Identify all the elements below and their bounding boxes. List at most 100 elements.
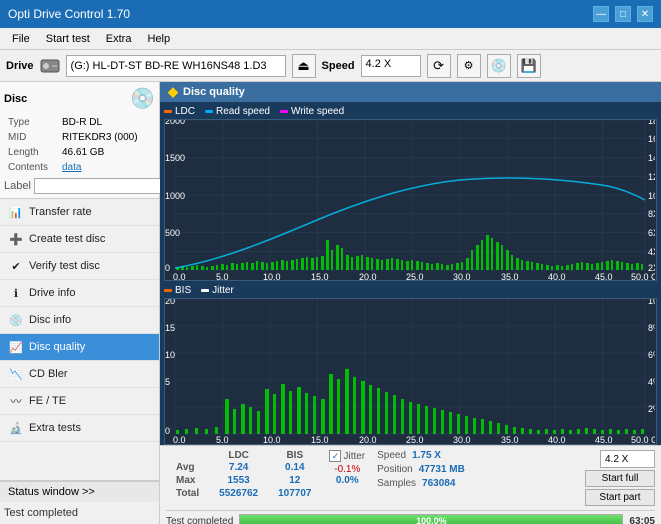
position-label: Position: [377, 464, 413, 475]
jitter-checkbox[interactable]: ✓: [329, 450, 341, 462]
label-input[interactable]: [34, 178, 172, 194]
svg-text:50.0 GB: 50.0 GB: [631, 272, 655, 280]
sidebar-item-disc-quality[interactable]: 📈 Disc quality: [0, 334, 159, 361]
sidebar-item-cd-bler[interactable]: 📉 CD Bler: [0, 361, 159, 388]
avg-jitter: -0.1%: [329, 464, 365, 475]
svg-text:5.0: 5.0: [216, 435, 229, 444]
jitter-label: Jitter: [343, 451, 365, 462]
svg-text:45.0: 45.0: [595, 435, 613, 444]
menu-file[interactable]: File: [4, 32, 38, 46]
svg-text:10.0: 10.0: [263, 435, 281, 444]
svg-text:0: 0: [165, 426, 170, 436]
status-window-label: Status window >>: [8, 486, 95, 498]
menu-help[interactable]: Help: [139, 32, 178, 46]
samples-value: 763084: [422, 478, 455, 489]
read-speed-legend-label: Read speed: [216, 106, 270, 117]
menu-start-test[interactable]: Start test: [38, 32, 98, 46]
svg-text:45.0: 45.0: [595, 272, 613, 280]
type-label: Type: [6, 116, 58, 129]
completed-text: Test completed: [166, 516, 233, 524]
refresh-button[interactable]: ⟳: [427, 54, 451, 78]
sidebar-item-label: Verify test disc: [29, 260, 100, 272]
menu-extra[interactable]: Extra: [98, 32, 140, 46]
disc-quality-header: ◆ Disc quality: [160, 82, 661, 102]
minimize-button[interactable]: —: [593, 6, 609, 22]
drive-icon: [40, 56, 60, 76]
samples-label: Samples: [377, 478, 416, 489]
svg-text:1000: 1000: [165, 191, 185, 201]
disc-quality-title: Disc quality: [183, 86, 245, 98]
sidebar-item-drive-info[interactable]: ℹ Drive info: [0, 280, 159, 307]
svg-text:2000: 2000: [165, 120, 185, 126]
write-speed-legend-dot: [280, 110, 288, 113]
maximize-button[interactable]: □: [615, 6, 631, 22]
sidebar-item-fe-te[interactable]: 〰 FE / TE: [0, 388, 159, 415]
jitter-legend-label: Jitter: [212, 285, 234, 296]
sidebar-menu: 📊 Transfer rate ➕ Create test disc ✔ Ver…: [0, 199, 159, 480]
eject-button[interactable]: ⏏: [292, 54, 316, 78]
stats-table: LDC BIS Avg 7.24 0.14 Max 1553 12 Tota: [166, 450, 321, 500]
bis-legend: BIS: [164, 285, 191, 296]
sidebar-item-label: Create test disc: [29, 233, 105, 245]
svg-text:35.0: 35.0: [501, 435, 519, 444]
svg-text:0.0: 0.0: [173, 435, 186, 444]
sidebar-item-extra-tests[interactable]: 🔬 Extra tests: [0, 415, 159, 442]
lower-chart-legend: BIS Jitter: [164, 285, 657, 296]
start-part-button[interactable]: Start part: [585, 489, 655, 506]
max-label: Max: [166, 474, 209, 487]
save-button[interactable]: 💾: [517, 54, 541, 78]
stats-panel: LDC BIS Avg 7.24 0.14 Max 1553 12 Tota: [160, 445, 661, 524]
close-button[interactable]: ✕: [637, 6, 653, 22]
sidebar-item-disc-info[interactable]: 💿 Disc info: [0, 307, 159, 334]
ldc-legend-dot: [164, 110, 172, 113]
length-label: Length: [6, 146, 58, 159]
read-speed-legend-dot: [205, 110, 213, 113]
lower-chart: 10% 8% 6% 4% 2% 20 15 10 5 0 0.0 5.0: [164, 298, 657, 445]
drive-select[interactable]: (G:) HL-DT-ST BD-RE WH16NS48 1.D3: [66, 55, 286, 77]
svg-text:20.0: 20.0: [359, 272, 377, 280]
lower-chart-svg: 10% 8% 6% 4% 2% 20 15 10 5 0 0.0 5.0: [165, 299, 655, 444]
upper-chart-container: LDC Read speed Write speed: [160, 102, 661, 281]
sidebar-item-label: FE / TE: [29, 395, 66, 407]
elapsed-time: 63:05: [629, 516, 655, 524]
speed-value: 1.75 X: [412, 450, 441, 461]
settings-button[interactable]: ⚙: [457, 54, 481, 78]
svg-text:20.0: 20.0: [359, 435, 377, 444]
charts-area: LDC Read speed Write speed: [160, 102, 661, 445]
contents-label: Contents: [6, 161, 58, 174]
sidebar-item-label: Disc quality: [29, 341, 85, 353]
svg-text:18X: 18X: [648, 120, 655, 126]
disc-icon: 💿: [130, 86, 155, 111]
svg-text:30.0: 30.0: [453, 272, 471, 280]
disc-panel-title: Disc: [4, 93, 27, 105]
sidebar-item-verify-test-disc[interactable]: ✔ Verify test disc: [0, 253, 159, 280]
svg-text:12X: 12X: [648, 172, 655, 182]
sidebar: Disc 💿 Type BD-R DL MID RITEKDR3 (000) L…: [0, 82, 160, 524]
cd-bler-icon: 📉: [8, 366, 24, 382]
svg-text:0: 0: [165, 263, 170, 273]
contents-value[interactable]: data: [62, 162, 81, 173]
speed-select[interactable]: 4.2 X: [361, 55, 421, 77]
sidebar-item-transfer-rate[interactable]: 📊 Transfer rate: [0, 199, 159, 226]
status-window-button[interactable]: Status window >>: [0, 481, 159, 502]
svg-text:2%: 2%: [648, 404, 655, 414]
avg-label: Avg: [166, 461, 209, 474]
mid-label: MID: [6, 131, 58, 144]
status-bottom: Test completed: [0, 502, 159, 524]
content-area: ◆ Disc quality LDC Read speed: [160, 82, 661, 524]
sidebar-item-create-test-disc[interactable]: ➕ Create test disc: [0, 226, 159, 253]
svg-text:14X: 14X: [648, 153, 655, 163]
svg-text:25.0: 25.0: [406, 435, 424, 444]
disc-info-panel: Disc 💿 Type BD-R DL MID RITEKDR3 (000) L…: [0, 82, 159, 199]
svg-text:30.0: 30.0: [453, 435, 471, 444]
main-layout: Disc 💿 Type BD-R DL MID RITEKDR3 (000) L…: [0, 82, 661, 524]
upper-chart: 18X 16X 14X 12X 10X 8X 6X 4X 2X 2000 150…: [164, 119, 657, 281]
disc-button[interactable]: 💿: [487, 54, 511, 78]
avg-bis: 0.14: [268, 461, 321, 474]
jitter-legend: Jitter: [201, 285, 234, 296]
transfer-rate-icon: 📊: [8, 204, 24, 220]
sidebar-item-label: Drive info: [29, 287, 75, 299]
start-full-button[interactable]: Start full: [585, 470, 655, 487]
fe-te-icon: 〰: [8, 393, 24, 409]
speed-dropdown[interactable]: 4.2 X: [600, 450, 655, 468]
